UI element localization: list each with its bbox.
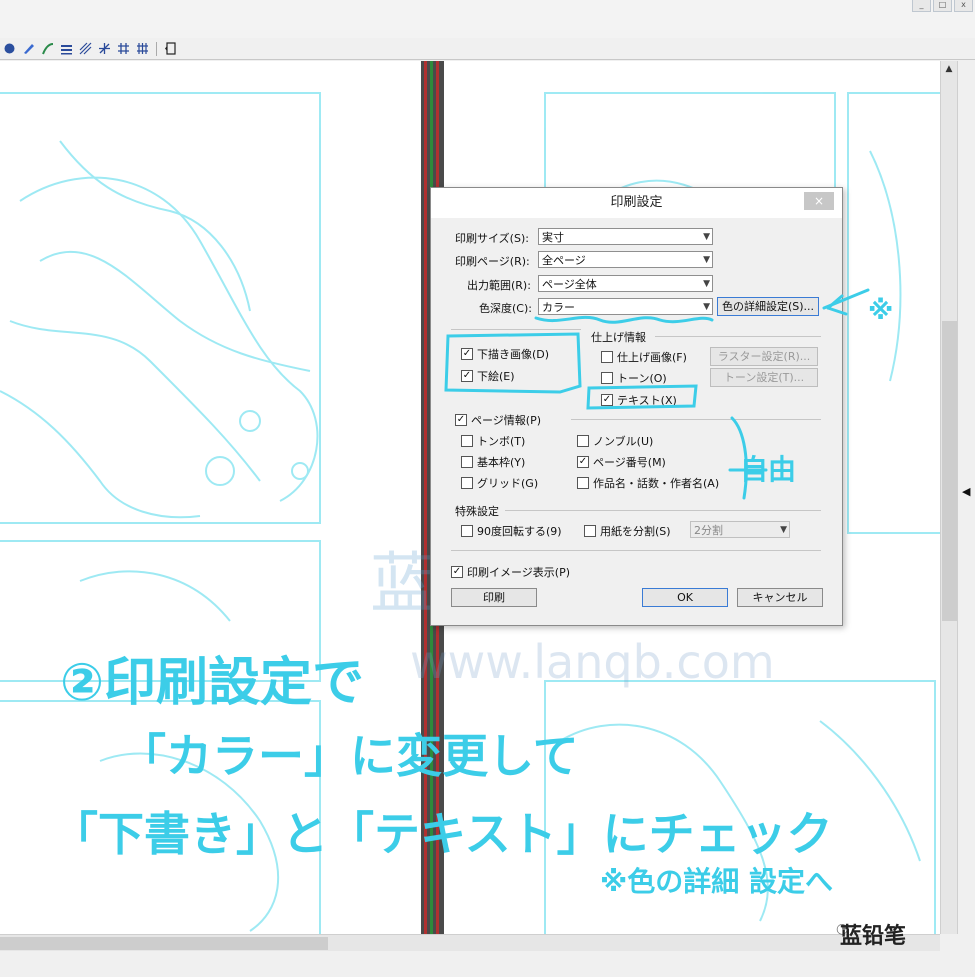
annotation-line-2: 「カラー」に変更して: [120, 729, 579, 783]
annotation-step-title: ②印刷設定で: [60, 653, 365, 713]
annotation-note: ※色の詳細 設定へ: [600, 865, 833, 898]
annotation-line-3: 「下書き」と「テキスト」にチェック: [52, 807, 833, 861]
annotation-asterisk: ※: [868, 296, 894, 326]
brand-logo: 蓝铅笔: [840, 924, 907, 949]
annotation-free: 自由: [740, 453, 797, 486]
